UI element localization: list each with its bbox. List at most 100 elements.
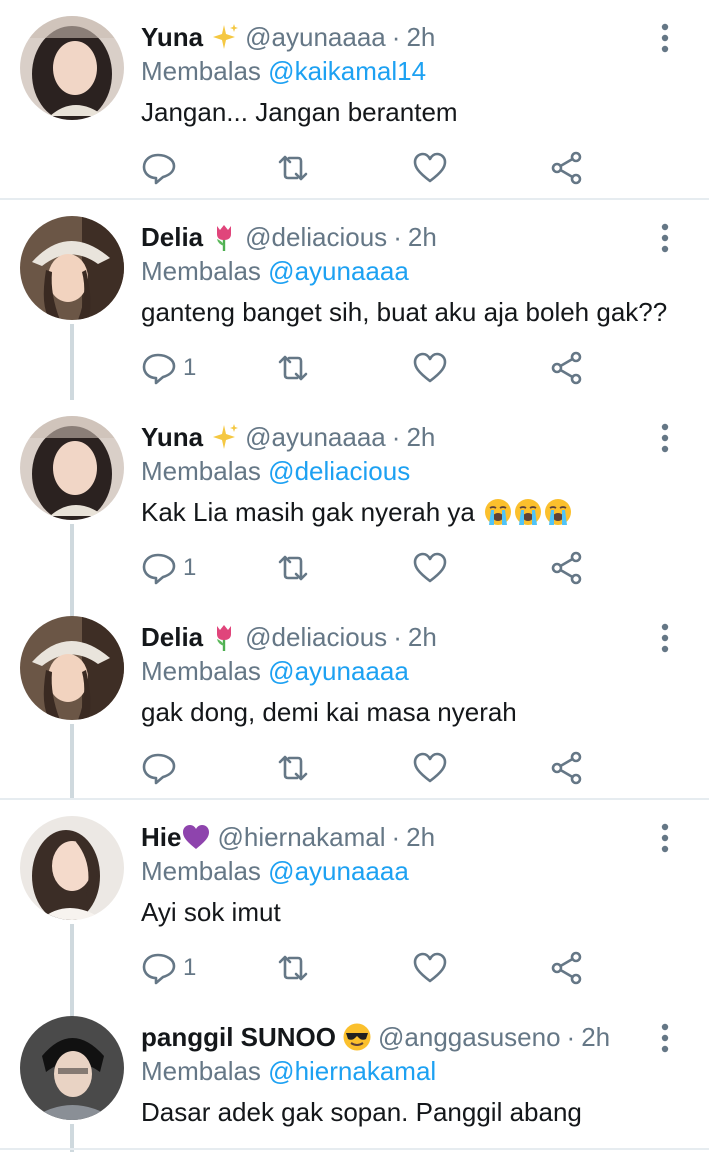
display-name[interactable]: panggil SUNOO: [141, 1022, 336, 1052]
more-options-icon[interactable]: [655, 822, 675, 854]
retweet-button[interactable]: [275, 548, 311, 588]
retweet-button[interactable]: [275, 948, 311, 988]
reply-count: 1: [183, 354, 197, 381]
tweet-header: Delia @deliacious · 2h: [141, 220, 437, 254]
share-icon: [551, 751, 582, 785]
more-options-icon[interactable]: [655, 22, 675, 54]
share-button[interactable]: [549, 348, 585, 388]
like-button[interactable]: [412, 348, 448, 388]
tweet-header: panggil SUNOO @anggasuseno · 2h: [141, 1020, 610, 1054]
avatar[interactable]: [20, 1016, 124, 1120]
separator-dot: ·: [566, 1022, 576, 1052]
timestamp[interactable]: 2h: [581, 1022, 610, 1052]
reply-count: 1: [183, 954, 197, 981]
separator-dot: ·: [393, 222, 402, 252]
retweet-button[interactable]: [275, 348, 311, 388]
display-name[interactable]: Yuna: [141, 22, 203, 52]
tweet[interactable]: Hie @hiernakamal · 2h Membalas @ayunaaaa Ay…: [0, 800, 709, 1000]
user-handle[interactable]: @hiernakamal: [217, 822, 385, 852]
replying-label: Membalas: [141, 56, 261, 86]
separator-dot: ·: [391, 422, 401, 452]
display-name[interactable]: Delia: [141, 622, 203, 652]
replying-to: Membalas @ayunaaaa: [141, 854, 409, 888]
reply-button[interactable]: [141, 148, 183, 188]
timestamp[interactable]: 2h: [408, 622, 437, 652]
tweet[interactable]: panggil SUNOO @anggasuseno · 2h Membalas @h…: [0, 1000, 709, 1152]
reply-to-link[interactable]: @ayunaaaa: [268, 856, 409, 886]
user-handle[interactable]: @deliacious: [245, 222, 387, 252]
reply-to-link[interactable]: @kaikamal14: [268, 56, 426, 86]
more-options-icon[interactable]: [655, 422, 675, 454]
tweet-text: Dasar adek gak sopan. Panggil abang: [141, 1097, 582, 1127]
reply-button[interactable]: [141, 748, 183, 788]
tweet-text: ganteng banget sih, buat aku aja boleh g…: [141, 297, 668, 327]
timestamp[interactable]: 2h: [408, 222, 437, 252]
reply-button[interactable]: 1: [141, 548, 196, 588]
display-name[interactable]: Delia: [141, 222, 203, 252]
share-icon: [551, 151, 582, 185]
separator-dot: ·: [391, 822, 401, 852]
timestamp[interactable]: 2h: [406, 822, 435, 852]
replying-to: Membalas @kaikamal14: [141, 54, 426, 88]
avatar[interactable]: [20, 816, 124, 920]
heart-icon: [413, 352, 447, 383]
reply-icon: [142, 753, 176, 785]
timestamp[interactable]: 2h: [406, 22, 435, 52]
tweet[interactable]: Delia @deliacious · 2h Membalas @ayunaaaa g…: [0, 600, 709, 800]
display-name[interactable]: Hie: [141, 822, 181, 852]
reply-button[interactable]: 1: [141, 348, 196, 388]
like-button[interactable]: [412, 548, 448, 588]
reply-to-link[interactable]: @deliacious: [268, 456, 410, 486]
replying-to: Membalas @hiernakamal: [141, 1054, 436, 1088]
like-button[interactable]: [412, 948, 448, 988]
tulip-icon: [217, 225, 232, 252]
timestamp[interactable]: 2h: [406, 422, 435, 452]
reply-to-link[interactable]: @ayunaaaa: [268, 256, 409, 286]
tweet[interactable]: Delia @deliacious · 2h Membalas @ayunaaaa g…: [0, 200, 709, 400]
tweet-header: Yuna @ayunaaaa · 2h: [141, 420, 435, 454]
heart-icon: [413, 552, 447, 583]
tweet[interactable]: Yuna @ayunaaaa · 2h Membalas @kaikamal14 Ja…: [0, 0, 709, 200]
reply-count: 1: [183, 554, 197, 581]
sparkles-icon: [213, 24, 239, 50]
share-icon: [551, 951, 582, 985]
reply-icon: [142, 553, 176, 585]
heart-icon: [413, 752, 447, 783]
share-button[interactable]: [549, 748, 585, 788]
purple-heart-icon: [183, 825, 210, 850]
reply-to-link[interactable]: @hiernakamal: [268, 1056, 436, 1086]
more-options-icon[interactable]: [655, 1022, 675, 1054]
retweet-button[interactable]: [275, 148, 311, 188]
share-button[interactable]: [549, 948, 585, 988]
more-options-icon[interactable]: [655, 622, 675, 654]
user-handle[interactable]: @ayunaaaa: [245, 22, 386, 52]
display-name[interactable]: Yuna: [141, 422, 203, 452]
tulip-icon: [217, 625, 232, 652]
retweet-icon: [278, 155, 308, 181]
loudly-crying-face-icon: [485, 499, 512, 526]
user-handle[interactable]: @ayunaaaa: [245, 422, 386, 452]
avatar[interactable]: [20, 16, 124, 120]
replying-to: Membalas @deliacious: [141, 454, 410, 488]
reply-to-link[interactable]: @ayunaaaa: [268, 656, 409, 686]
tweet-actions: [141, 148, 601, 188]
avatar[interactable]: [20, 216, 124, 320]
more-options-icon[interactable]: [655, 222, 675, 254]
avatar[interactable]: [20, 616, 124, 720]
reply-button[interactable]: 1: [141, 948, 196, 988]
replying-label: Membalas: [141, 856, 261, 886]
like-button[interactable]: [412, 148, 448, 188]
tweet-header: Delia @deliacious · 2h: [141, 620, 437, 654]
tweet-header: Yuna @ayunaaaa · 2h: [141, 20, 435, 54]
user-handle[interactable]: @anggasuseno: [378, 1022, 561, 1052]
like-button[interactable]: [412, 748, 448, 788]
share-button[interactable]: [549, 548, 585, 588]
tweet-text-content: Kak Lia masih gak nyerah ya: [141, 497, 475, 527]
share-button[interactable]: [549, 148, 585, 188]
tweet[interactable]: Yuna @ayunaaaa · 2h Membalas @deliacious Ka…: [0, 400, 709, 600]
user-handle[interactable]: @deliacious: [245, 622, 387, 652]
avatar[interactable]: [20, 416, 124, 520]
retweet-button[interactable]: [275, 748, 311, 788]
tweet-text: Ayi sok imut: [141, 897, 281, 927]
replying-label: Membalas: [141, 256, 261, 286]
